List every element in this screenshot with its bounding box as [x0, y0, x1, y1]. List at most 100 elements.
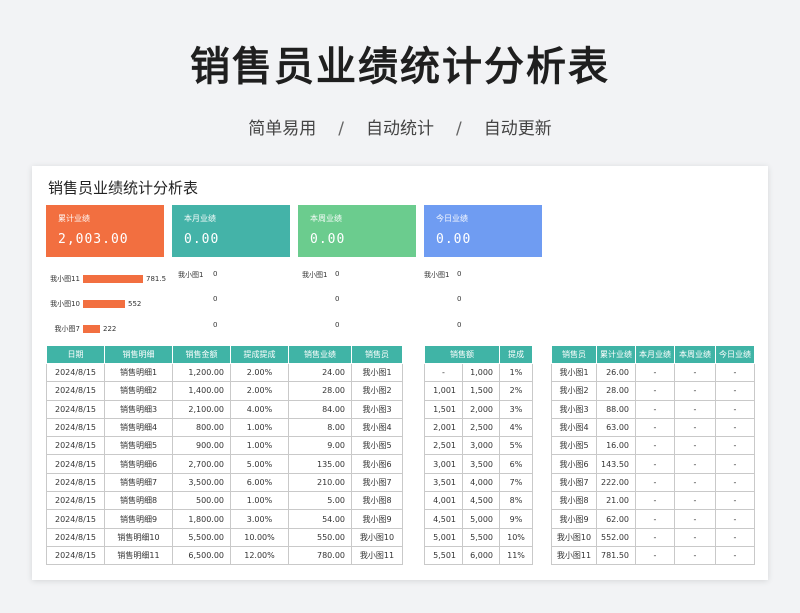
summary-cell[interactable]: - [635, 454, 675, 474]
detail-cell[interactable]: 1.00% [230, 436, 289, 456]
summary-cell[interactable]: 26.00 [596, 362, 636, 383]
detail-cell[interactable]: 2024/8/15 [46, 436, 105, 456]
detail-cell[interactable]: 销售明细8 [104, 491, 173, 511]
rate-cell[interactable]: 5,000 [462, 509, 500, 529]
summary-cell[interactable]: 63.00 [596, 417, 636, 438]
rate-cell[interactable]: 5,501 [424, 545, 463, 566]
detail-cell[interactable]: 1.00% [230, 417, 289, 438]
detail-cell[interactable]: 我小图11 [351, 545, 403, 566]
rate-cell[interactable]: 4,000 [462, 472, 500, 493]
summary-cell[interactable]: - [635, 399, 675, 419]
summary-cell[interactable]: 28.00 [596, 381, 636, 401]
rate-cell[interactable]: 3,500 [462, 454, 500, 474]
summary-cell[interactable]: 552.00 [596, 527, 636, 547]
detail-cell[interactable]: 我小图4 [351, 417, 403, 438]
summary-cell[interactable]: - [674, 417, 716, 438]
summary-cell[interactable]: 我小图2 [551, 381, 597, 401]
detail-cell[interactable]: 800.00 [172, 417, 231, 438]
detail-cell[interactable]: 我小图8 [351, 491, 403, 511]
detail-cell[interactable]: 500.00 [172, 491, 231, 511]
detail-cell[interactable]: 2024/8/15 [46, 472, 105, 493]
summary-cell[interactable]: - [674, 399, 716, 419]
detail-cell[interactable]: 54.00 [288, 509, 352, 529]
summary-cell[interactable]: 222.00 [596, 472, 636, 493]
summary-cell[interactable]: - [715, 362, 755, 383]
summary-cell[interactable]: 我小图9 [551, 509, 597, 529]
rate-cell[interactable]: 1,001 [424, 381, 463, 401]
detail-cell[interactable]: 销售明细1 [104, 362, 173, 383]
detail-cell[interactable]: 销售明细5 [104, 436, 173, 456]
rate-cell[interactable]: 1% [499, 362, 533, 383]
summary-cell[interactable]: 781.50 [596, 545, 636, 566]
kpi-week[interactable]: 本周业绩 0.00 [298, 205, 416, 257]
rate-cell[interactable]: - [424, 362, 463, 383]
summary-cell[interactable]: - [674, 491, 716, 511]
summary-cell[interactable]: - [674, 454, 716, 474]
summary-cell[interactable]: - [674, 362, 716, 383]
detail-cell[interactable]: 10.00% [230, 527, 289, 547]
rate-cell[interactable]: 5,500 [462, 527, 500, 547]
kpi-total[interactable]: 累计业绩 2,003.00 [46, 205, 164, 257]
rate-cell[interactable]: 4,501 [424, 509, 463, 529]
summary-cell[interactable]: 143.50 [596, 454, 636, 474]
detail-cell[interactable]: 销售明细10 [104, 527, 173, 547]
summary-cell[interactable]: - [674, 472, 716, 493]
detail-cell[interactable]: 2.00% [230, 362, 289, 383]
summary-cell[interactable]: 我小图1 [551, 362, 597, 383]
summary-cell[interactable]: - [715, 381, 755, 401]
rate-cell[interactable]: 1,000 [462, 362, 500, 383]
detail-cell[interactable]: 2.00% [230, 381, 289, 401]
rate-cell[interactable]: 11% [499, 545, 533, 566]
rate-cell[interactable]: 2% [499, 381, 533, 401]
summary-cell[interactable]: - [715, 436, 755, 456]
summary-cell[interactable]: - [674, 436, 716, 456]
detail-cell[interactable]: 2024/8/15 [46, 362, 105, 383]
detail-cell[interactable]: 销售明细9 [104, 509, 173, 529]
detail-cell[interactable]: 我小图2 [351, 381, 403, 401]
rate-cell[interactable]: 1,500 [462, 381, 500, 401]
detail-cell[interactable]: 24.00 [288, 362, 352, 383]
detail-cell[interactable]: 3,500.00 [172, 472, 231, 493]
detail-cell[interactable]: 销售明细11 [104, 545, 173, 566]
summary-cell[interactable]: - [715, 527, 755, 547]
detail-cell[interactable]: 2024/8/15 [46, 545, 105, 566]
detail-cell[interactable]: 2024/8/15 [46, 509, 105, 529]
detail-cell[interactable]: 我小图5 [351, 436, 403, 456]
rate-cell[interactable]: 2,500 [462, 417, 500, 438]
kpi-month[interactable]: 本月业绩 0.00 [172, 205, 290, 257]
rate-cell[interactable]: 5% [499, 436, 533, 456]
summary-cell[interactable]: 我小图7 [551, 472, 597, 493]
detail-cell[interactable]: 3.00% [230, 509, 289, 529]
detail-cell[interactable]: 550.00 [288, 527, 352, 547]
summary-cell[interactable]: - [674, 381, 716, 401]
rate-cell[interactable]: 4% [499, 417, 533, 438]
summary-cell[interactable]: 我小图5 [551, 436, 597, 456]
detail-cell[interactable]: 2024/8/15 [46, 399, 105, 419]
rate-cell[interactable]: 8% [499, 491, 533, 511]
summary-cell[interactable]: 我小图10 [551, 527, 597, 547]
summary-cell[interactable]: - [715, 417, 755, 438]
detail-cell[interactable]: 销售明细7 [104, 472, 173, 493]
detail-cell[interactable]: 2024/8/15 [46, 527, 105, 547]
summary-cell[interactable]: 62.00 [596, 509, 636, 529]
detail-cell[interactable]: 900.00 [172, 436, 231, 456]
detail-cell[interactable]: 销售明细3 [104, 399, 173, 419]
detail-cell[interactable]: 销售明细4 [104, 417, 173, 438]
detail-cell[interactable]: 1.00% [230, 491, 289, 511]
summary-cell[interactable]: 21.00 [596, 491, 636, 511]
detail-cell[interactable]: 我小图7 [351, 472, 403, 493]
detail-cell[interactable]: 我小图1 [351, 362, 403, 383]
rate-cell[interactable]: 4,001 [424, 491, 463, 511]
detail-cell[interactable]: 2,100.00 [172, 399, 231, 419]
summary-cell[interactable]: - [635, 417, 675, 438]
summary-cell[interactable]: 我小图11 [551, 545, 597, 566]
detail-cell[interactable]: 2024/8/15 [46, 491, 105, 511]
summary-cell[interactable]: - [635, 436, 675, 456]
detail-cell[interactable]: 销售明细2 [104, 381, 173, 401]
summary-cell[interactable]: - [715, 509, 755, 529]
rate-cell[interactable]: 2,501 [424, 436, 463, 456]
rate-cell[interactable]: 5,001 [424, 527, 463, 547]
summary-cell[interactable]: - [715, 491, 755, 511]
rate-cell[interactable]: 7% [499, 472, 533, 493]
detail-cell[interactable]: 销售明细6 [104, 454, 173, 474]
